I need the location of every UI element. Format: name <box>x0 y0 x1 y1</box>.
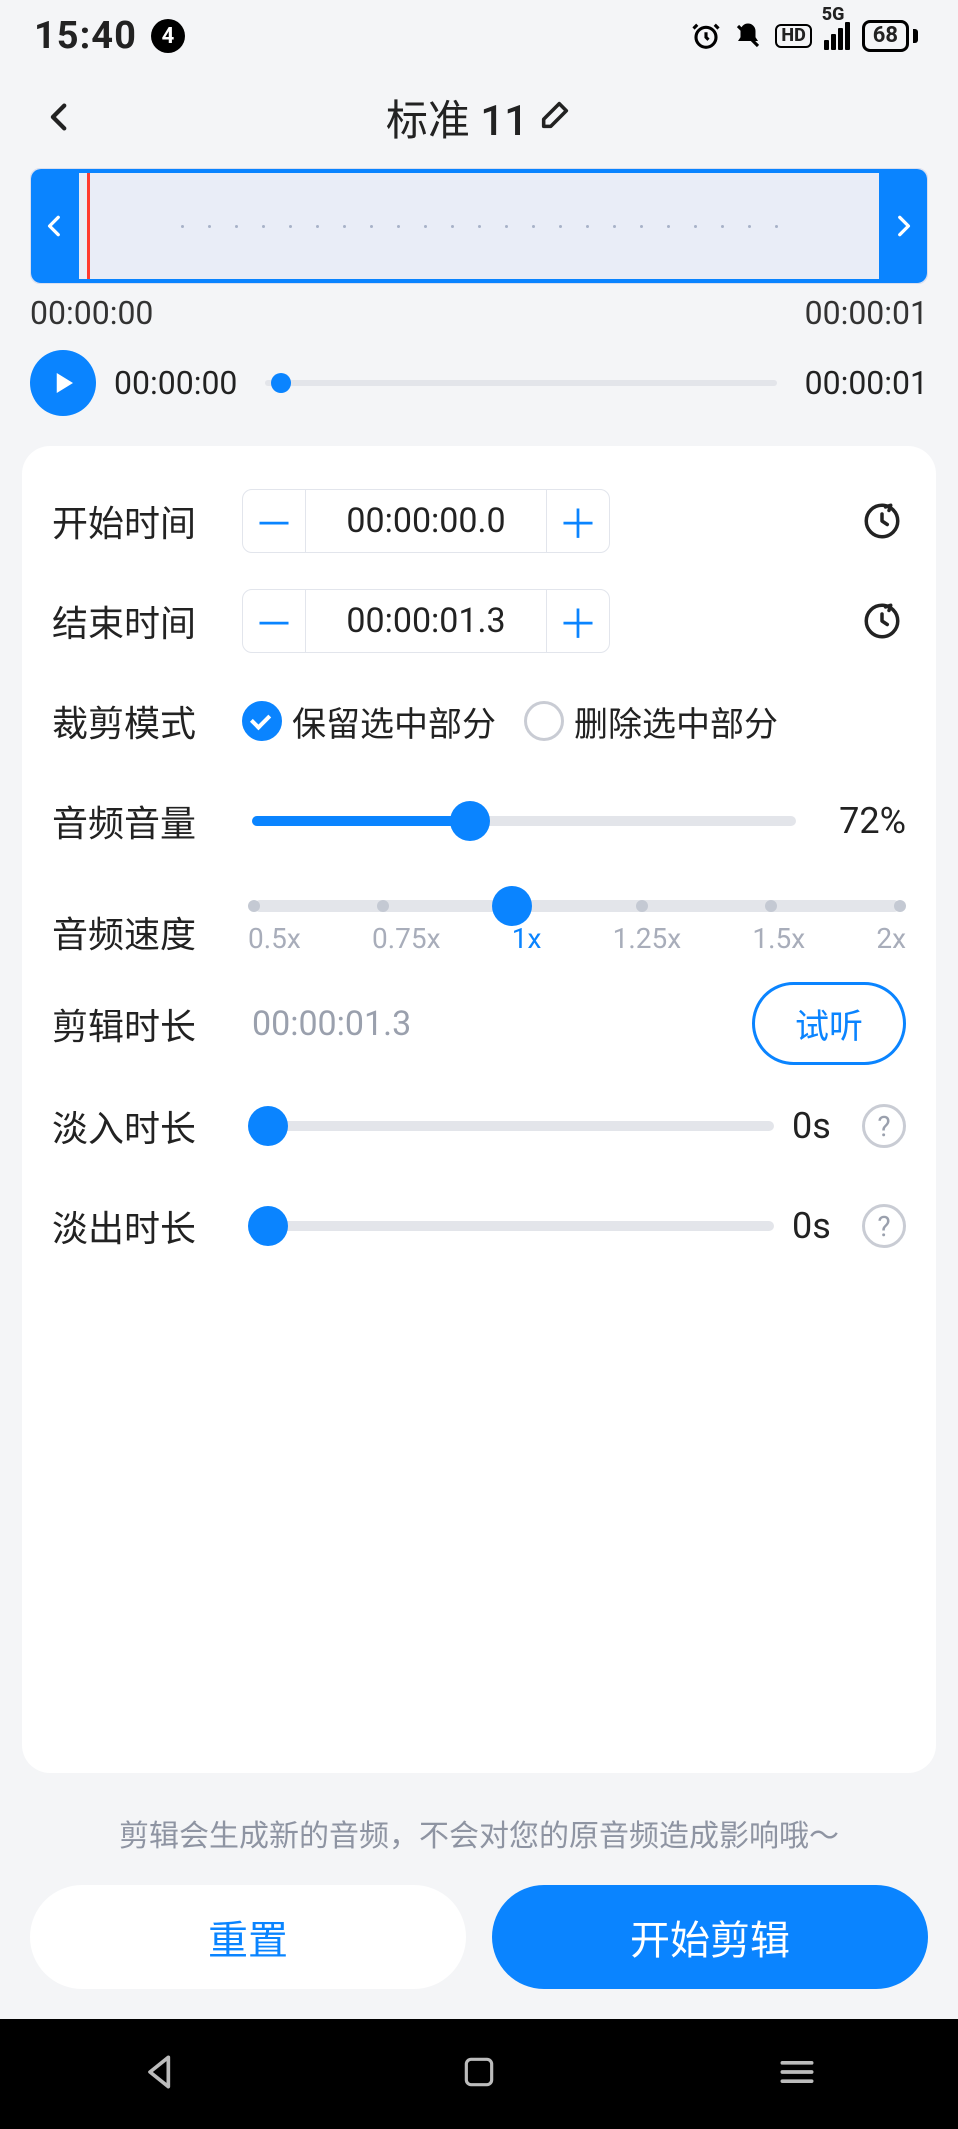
fade-in-slider[interactable] <box>252 1121 774 1131</box>
fade-in-thumb[interactable] <box>248 1106 288 1146</box>
speed-label: 音频速度 <box>52 892 242 958</box>
waveform-track[interactable] <box>79 169 879 283</box>
fade-out-slider[interactable] <box>252 1221 774 1231</box>
end-time-row: 结束时间 － 00:00:01.3 ＋ <box>52 576 906 666</box>
fade-in-label: 淡入时长 <box>52 1100 242 1152</box>
edit-title-icon[interactable] <box>538 98 572 136</box>
edit-duration-label: 剪辑时长 <box>52 998 242 1050</box>
notification-badge: 4 <box>151 19 185 53</box>
fade-out-label: 淡出时长 <box>52 1200 242 1252</box>
start-time-label: 开始时间 <box>52 495 242 547</box>
volume-slider[interactable] <box>252 816 796 826</box>
speed-slider[interactable] <box>254 900 900 912</box>
battery-icon: 68 <box>862 20 918 52</box>
speed-option[interactable]: 2x <box>876 922 906 955</box>
edit-duration-row: 剪辑时长 00:00:01.3 试听 <box>52 976 906 1071</box>
volume-row: 音频音量 72% <box>52 776 906 866</box>
volume-thumb[interactable] <box>450 801 490 841</box>
alarm-icon <box>691 21 721 51</box>
end-time-label: 结束时间 <box>52 595 242 647</box>
crop-mode-remove-label: 删除选中部分 <box>574 697 778 746</box>
start-time-reset-icon[interactable] <box>858 497 906 545</box>
end-time-plus[interactable]: ＋ <box>546 589 610 653</box>
editor-card: 开始时间 － 00:00:00.0 ＋ 结束时间 － 00:00:01.3 ＋ <box>22 446 936 1773</box>
playback-progress[interactable] <box>265 380 776 386</box>
fade-out-thumb[interactable] <box>248 1206 288 1246</box>
waveform-cursor[interactable] <box>87 173 90 279</box>
speed-thumb[interactable] <box>492 886 532 926</box>
volume-value: 72% <box>816 800 906 842</box>
nav-recents-icon[interactable] <box>775 2050 819 2098</box>
waveform-handle-right[interactable] <box>879 169 927 283</box>
waveform-start-label: 00:00:00 <box>30 294 153 332</box>
page-title: 标准 11 <box>386 87 528 148</box>
playback-current-time: 00:00:00 <box>114 364 237 402</box>
status-time: 15:40 <box>34 14 137 58</box>
signal-5g-icon: 5G <box>824 22 850 50</box>
crop-mode-label: 裁剪模式 <box>52 695 242 747</box>
crop-mode-keep-label: 保留选中部分 <box>292 697 496 746</box>
reset-button[interactable]: 重置 <box>30 1885 466 1989</box>
start-time-stepper: － 00:00:00.0 ＋ <box>242 489 610 553</box>
speed-options: 0.5x 0.75x 1x 1.25x 1.5x 2x <box>248 922 906 955</box>
start-time-plus[interactable]: ＋ <box>546 489 610 553</box>
fade-in-value: 0s <box>792 1105 862 1147</box>
end-time-minus[interactable]: － <box>242 589 306 653</box>
playback-total-time: 00:00:01 <box>805 364 928 402</box>
play-button[interactable] <box>30 350 96 416</box>
speed-option[interactable]: 1.5x <box>752 922 805 955</box>
volume-label: 音频音量 <box>52 795 242 847</box>
fade-out-value: 0s <box>792 1205 862 1247</box>
speed-option[interactable]: 1x <box>512 922 542 955</box>
preview-button[interactable]: 试听 <box>752 982 906 1065</box>
start-edit-button[interactable]: 开始剪辑 <box>492 1885 928 1989</box>
nav-home-icon[interactable] <box>460 2053 498 2095</box>
waveform[interactable] <box>30 168 928 284</box>
radio-checked-icon <box>242 701 282 741</box>
start-time-row: 开始时间 － 00:00:00.0 ＋ <box>52 476 906 566</box>
speed-option[interactable]: 0.75x <box>372 922 440 955</box>
fade-out-help-icon[interactable]: ? <box>862 1204 906 1248</box>
status-bar: 15:40 4 HD 5G 68 <box>0 0 958 72</box>
end-time-stepper: － 00:00:01.3 ＋ <box>242 589 610 653</box>
system-nav-bar <box>0 2019 958 2129</box>
fade-in-help-icon[interactable]: ? <box>862 1104 906 1148</box>
waveform-handle-left[interactable] <box>31 169 79 283</box>
end-time-value[interactable]: 00:00:01.3 <box>306 589 546 653</box>
end-time-reset-icon[interactable] <box>858 597 906 645</box>
crop-mode-keep-radio[interactable]: 保留选中部分 <box>242 697 496 746</box>
footer-hint: 剪辑会生成新的音频，不会对您的原音频造成影响哦～ <box>30 1811 928 1855</box>
crop-mode-remove-radio[interactable]: 删除选中部分 <box>524 697 778 746</box>
fade-in-row: 淡入时长 0s ? <box>52 1081 906 1171</box>
waveform-end-label: 00:00:01 <box>805 294 928 332</box>
start-time-minus[interactable]: － <box>242 489 306 553</box>
hd-icon: HD <box>775 24 811 48</box>
radio-unchecked-icon <box>524 701 564 741</box>
speed-option[interactable]: 0.5x <box>248 922 301 955</box>
nav-back-icon[interactable] <box>139 2050 183 2098</box>
playback-thumb[interactable] <box>271 373 291 393</box>
back-button[interactable] <box>30 87 90 147</box>
start-time-value[interactable]: 00:00:00.0 <box>306 489 546 553</box>
edit-duration-value: 00:00:01.3 <box>252 1004 411 1044</box>
speed-row: 音频速度 0.5x 0.75x 1x 1.25x 1.5x <box>52 876 906 966</box>
crop-mode-row: 裁剪模式 保留选中部分 删除选中部分 <box>52 676 906 766</box>
speed-option[interactable]: 1.25x <box>613 922 681 955</box>
mute-icon <box>733 21 763 51</box>
volume-fill <box>252 816 470 826</box>
fade-out-row: 淡出时长 0s ? <box>52 1181 906 1271</box>
